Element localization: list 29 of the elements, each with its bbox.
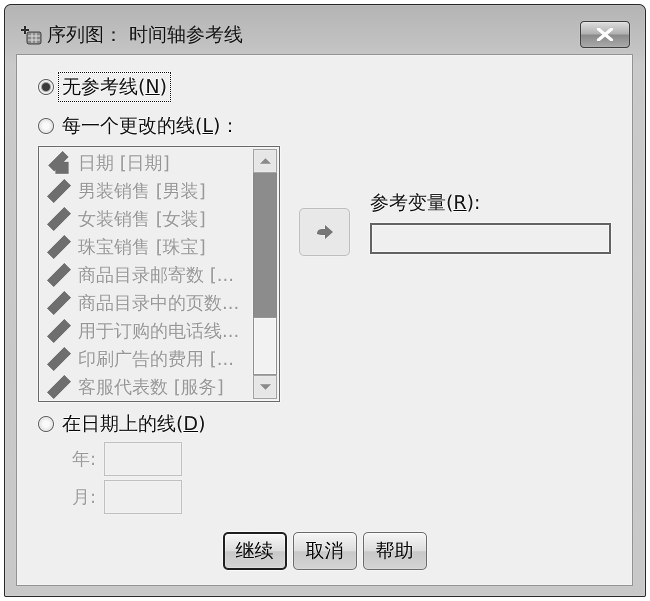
ruler-icon <box>47 235 71 259</box>
ruler-icon <box>47 319 71 343</box>
down-arrow-icon <box>260 384 270 390</box>
ruler-icon <box>47 207 71 231</box>
input-field[interactable] <box>370 223 611 254</box>
up-arrow-icon <box>260 158 270 164</box>
dialog-button[interactable]: 继续 <box>222 532 286 570</box>
ruler-icon <box>47 375 71 399</box>
dialog-button[interactable]: 取消 <box>292 532 356 570</box>
radio-label[interactable]: 无参考线(N) <box>58 72 172 102</box>
field-label: 参考变量(R): <box>370 191 482 215</box>
radio-button[interactable] <box>38 118 54 134</box>
ruler-icon <box>47 179 71 203</box>
field-label: 月: <box>72 486 98 509</box>
radio-button[interactable] <box>38 416 54 432</box>
radio-label[interactable]: 在日期上的线(D) <box>58 409 210 439</box>
radio-button[interactable] <box>38 79 54 95</box>
window-title: 序列图： 时间轴参考线 <box>47 22 244 48</box>
ruler-icon <box>47 263 71 287</box>
close-icon <box>596 28 614 41</box>
date-ruler-icon <box>47 151 71 175</box>
radio-label[interactable]: 每一个更改的线(L)： <box>58 111 244 141</box>
ruler-icon <box>47 291 71 315</box>
arrow-icon <box>316 224 334 240</box>
close-button[interactable] <box>580 21 630 48</box>
field-label: 年: <box>72 448 98 471</box>
dialog-button[interactable]: 帮助 <box>362 532 426 570</box>
ruler-icon <box>47 347 71 371</box>
table-plus-icon <box>20 24 42 44</box>
